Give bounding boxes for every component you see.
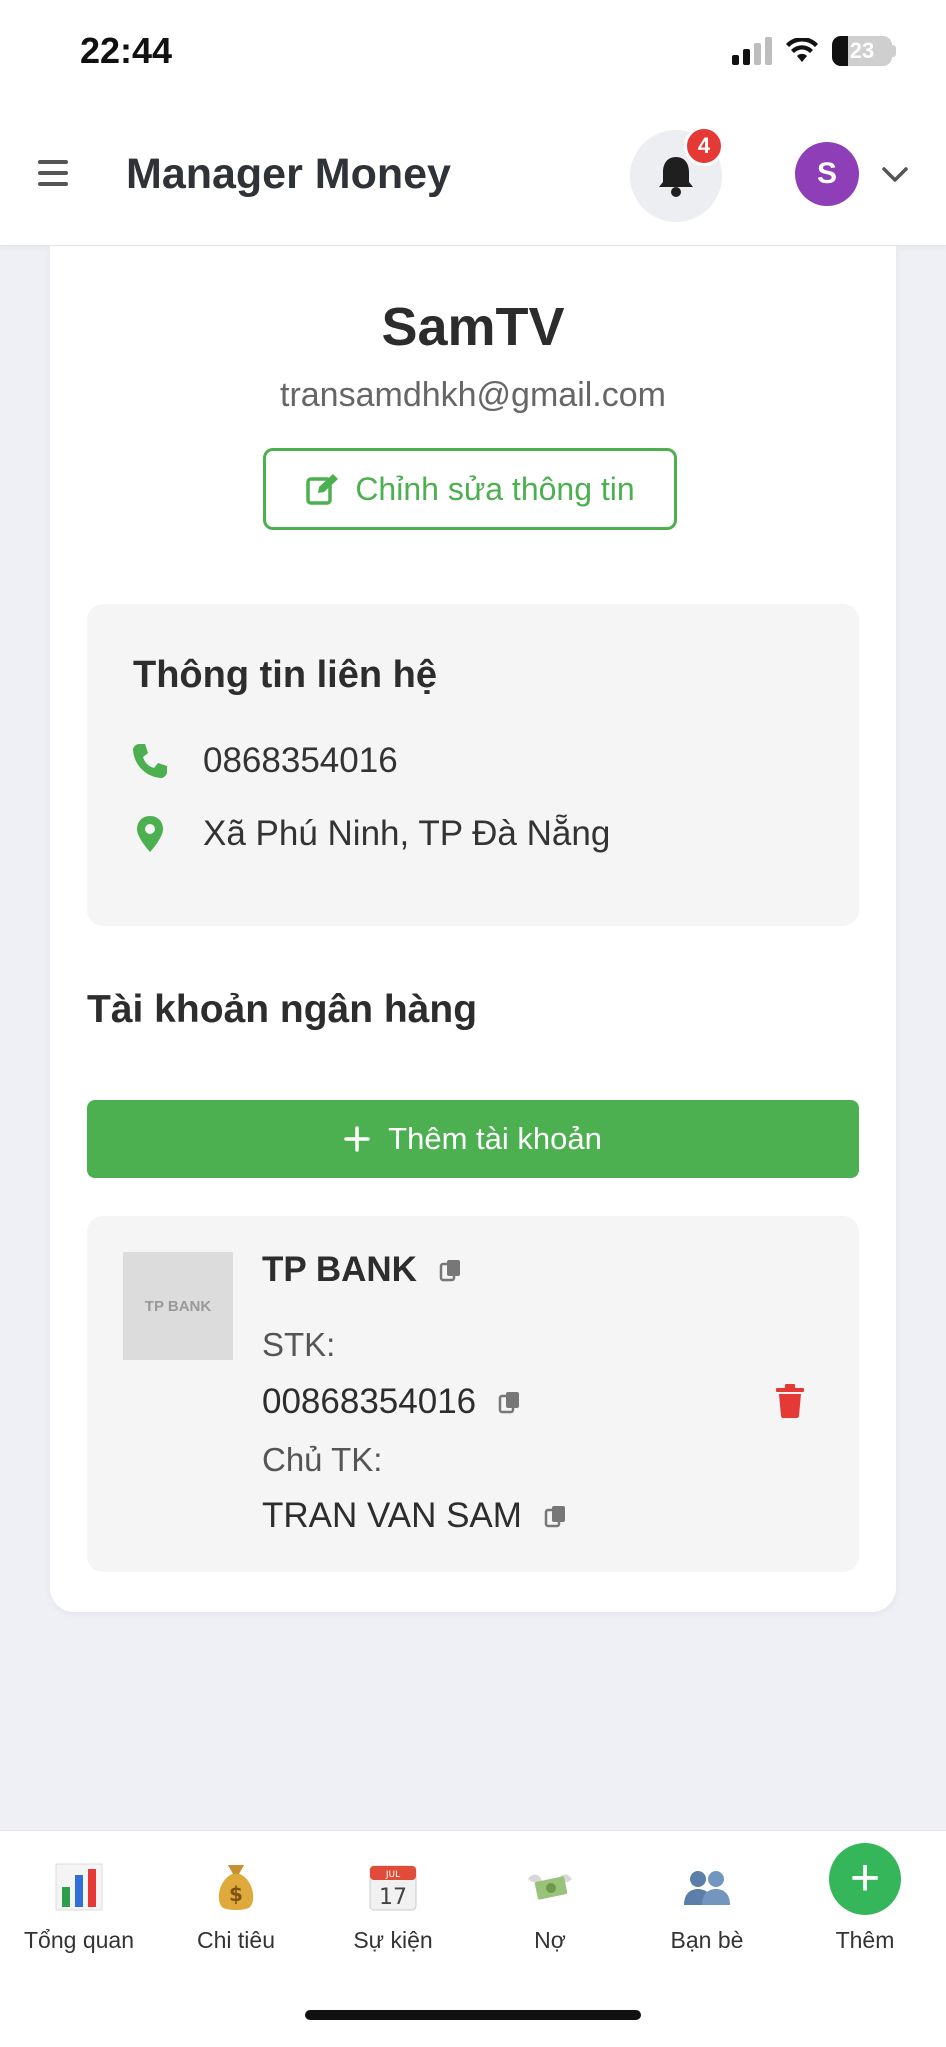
- contact-info-box: Thông tin liên hệ 0868354016 Xã Phú Ninh…: [87, 604, 859, 926]
- home-indicator: [305, 2010, 641, 2020]
- edit-profile-label: Chỉnh sửa thông tin: [355, 470, 635, 507]
- account-number-label-row: STK:: [262, 1326, 335, 1364]
- account-number: 00868354016: [262, 1382, 477, 1421]
- chevron-down-icon[interactable]: [880, 162, 910, 186]
- copy-icon[interactable]: [498, 1390, 522, 1414]
- battery-level: 23: [849, 38, 875, 63]
- contact-address: Xã Phú Ninh, TP Đà Nẵng: [203, 814, 611, 853]
- edit-profile-button[interactable]: Chỉnh sửa thông tin: [263, 448, 677, 530]
- account-number-label: STK:: [262, 1326, 336, 1363]
- plus-icon[interactable]: +: [829, 1843, 901, 1915]
- user-name: SamTV: [381, 297, 565, 357]
- menu-icon[interactable]: [38, 160, 68, 186]
- bank-name: TP BANK: [262, 1250, 417, 1289]
- nav-overview[interactable]: Tổng quan: [0, 1861, 158, 1954]
- money-wings-icon: [528, 1874, 572, 1900]
- svg-text:JUL: JUL: [385, 1870, 400, 1880]
- bank-logo: TP BANK: [123, 1252, 233, 1360]
- nav-add-label: Thêm: [835, 1927, 895, 1953]
- nav-events[interactable]: JUL 17 Sự kiện: [314, 1861, 472, 1954]
- account-owner-row: TRAN VAN SAM: [262, 1496, 568, 1536]
- bank-section-title: Tài khoản ngân hàng: [87, 988, 478, 1031]
- contact-title: Thông tin liên hệ: [133, 654, 437, 696]
- copy-icon[interactable]: [439, 1258, 463, 1282]
- bar-chart-icon: [55, 1863, 103, 1911]
- account-owner-label: Chủ TK:: [262, 1441, 383, 1478]
- battery-icon: 23: [832, 36, 892, 66]
- copy-icon[interactable]: [544, 1504, 568, 1528]
- nav-spending-label: Chi tiêu: [197, 1927, 275, 1953]
- friends-icon: [684, 1871, 730, 1905]
- contact-phone: 0868354016: [203, 741, 398, 780]
- location-pin-icon: [137, 816, 163, 852]
- status-bar: 22:44 23: [0, 0, 946, 110]
- nav-friends[interactable]: Bạn bè: [628, 1861, 786, 1954]
- nav-debt[interactable]: Nợ: [471, 1861, 629, 1954]
- svg-text:$: $: [229, 1882, 243, 1906]
- signal-icon: [732, 37, 772, 65]
- svg-text:17: 17: [379, 1885, 407, 1910]
- app-header: Manager Money 4 S: [0, 110, 946, 246]
- status-time: 22:44: [80, 30, 173, 71]
- avatar[interactable]: S: [795, 142, 859, 206]
- phone-icon: [133, 744, 167, 778]
- calendar-icon: JUL 17: [369, 1865, 417, 1911]
- notification-badge: 4: [684, 126, 724, 166]
- account-owner-label-row: Chủ TK:: [262, 1441, 382, 1479]
- contact-phone-row: 0868354016: [131, 741, 398, 780]
- status-icons: 23: [732, 34, 896, 68]
- app-title: Manager Money: [126, 150, 451, 198]
- bank-name-row: TP BANK: [262, 1250, 463, 1290]
- account-number-row: 00868354016: [262, 1382, 522, 1422]
- nav-events-label: Sự kiện: [353, 1927, 433, 1953]
- notification-button[interactable]: 4: [630, 126, 724, 222]
- bank-account-card: TP BANK TP BANK STK: 00868354016 Chủ TK:…: [87, 1216, 859, 1572]
- contact-address-row: Xã Phú Ninh, TP Đà Nẵng: [131, 814, 610, 854]
- trash-icon[interactable]: [775, 1384, 805, 1418]
- nav-spending[interactable]: $ Chi tiêu: [157, 1861, 315, 1954]
- nav-friends-label: Bạn bè: [670, 1927, 744, 1953]
- plus-icon: [344, 1126, 370, 1152]
- wifi-icon: [786, 38, 818, 62]
- account-owner: TRAN VAN SAM: [262, 1496, 522, 1535]
- nav-add[interactable]: + Thêm: [786, 1843, 944, 1954]
- profile-card: SamTV transamdhkh@gmail.com Chỉnh sửa th…: [50, 246, 896, 1612]
- nav-debt-label: Nợ: [534, 1927, 566, 1953]
- money-bag-icon: $: [218, 1865, 254, 1910]
- user-email: transamdhkh@gmail.com: [280, 376, 666, 414]
- add-account-label: Thêm tài khoản: [388, 1121, 602, 1156]
- add-account-button[interactable]: Thêm tài khoản: [87, 1100, 859, 1178]
- nav-overview-label: Tổng quan: [24, 1927, 134, 1953]
- edit-icon: [306, 474, 339, 505]
